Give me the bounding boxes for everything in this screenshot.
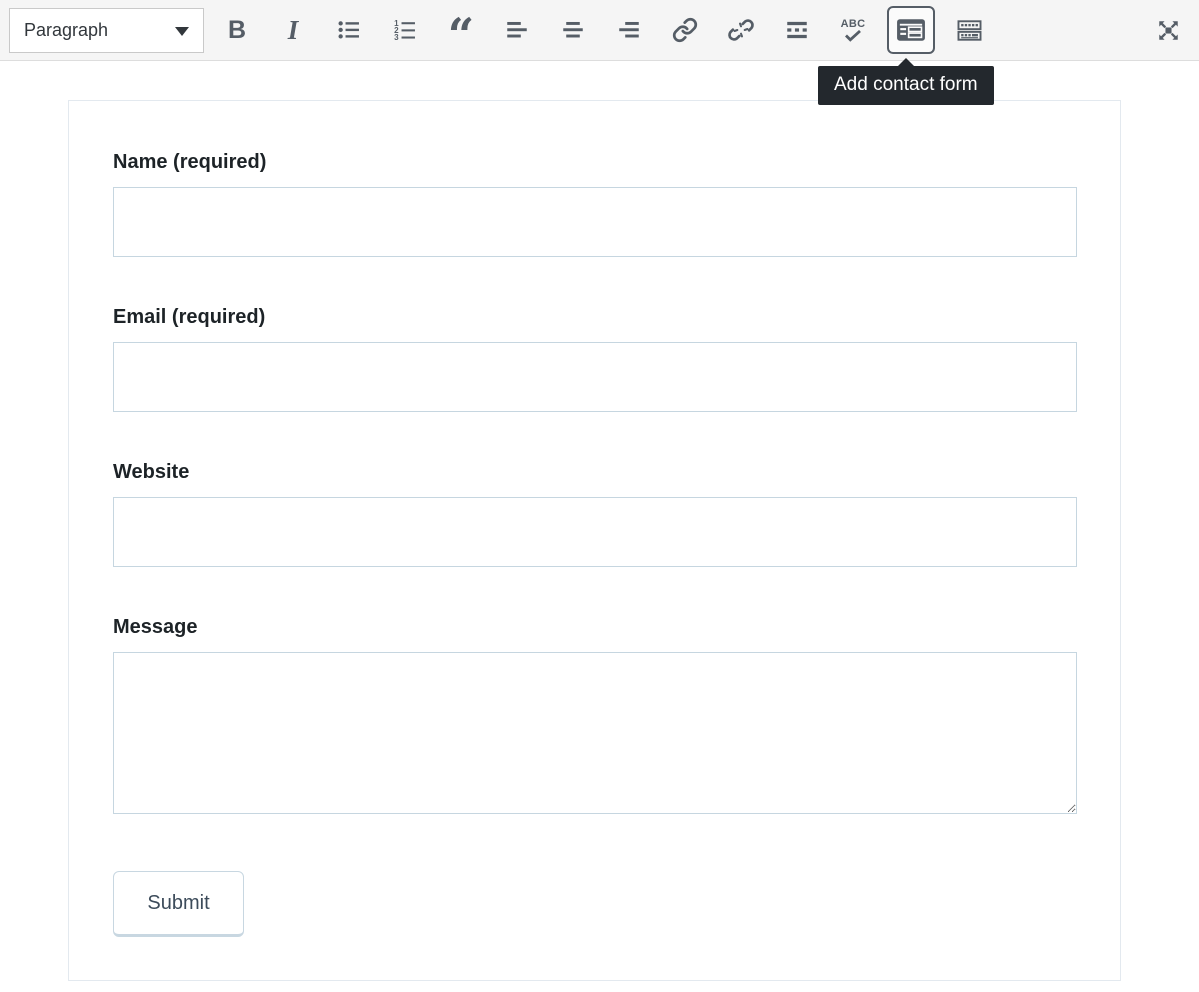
bold-button[interactable]: B [215,8,259,52]
message-field-label: Message [113,616,1077,639]
align-center-icon [560,17,586,43]
toolbar-buttons: B I 1 2 3 “ [215,6,991,54]
italic-icon: I [288,17,299,44]
spellcheck-icon: ABC [841,19,866,42]
spellcheck-button[interactable]: ABC [831,8,875,52]
bulleted-list-button[interactable] [327,8,371,52]
message-textarea[interactable] [113,652,1077,814]
unlink-icon [728,17,754,43]
svg-text:3: 3 [394,33,399,42]
add-contact-form-button[interactable] [887,6,935,54]
format-select-value: Paragraph [24,20,108,41]
align-left-icon [504,17,530,43]
bulleted-list-icon [336,17,362,43]
blockquote-icon: “ [448,15,474,45]
paragraph-format-select[interactable]: Paragraph [9,8,204,53]
contact-form-preview: Name (required) Email (required) Website… [68,100,1121,981]
link-icon [672,17,698,43]
toolbar-toggle-button[interactable] [947,8,991,52]
align-center-button[interactable] [551,8,595,52]
numbered-list-button[interactable]: 1 2 3 [383,8,427,52]
fullscreen-button[interactable] [1146,8,1190,52]
add-contact-form-tooltip: Add contact form [818,66,994,105]
unlink-button[interactable] [719,8,763,52]
fullscreen-icon [1155,17,1182,44]
email-field-label: Email (required) [113,306,1077,329]
align-right-button[interactable] [607,8,651,52]
name-input[interactable] [113,187,1077,257]
website-field-label: Website [113,461,1077,484]
submit-button[interactable]: Submit [113,871,244,937]
insert-link-button[interactable] [663,8,707,52]
read-more-icon [784,17,810,43]
chevron-down-icon [175,27,189,36]
align-left-button[interactable] [495,8,539,52]
add-contact-form-icon [896,17,926,43]
toolbar-toggle-icon [956,17,983,44]
email-input[interactable] [113,342,1077,412]
website-input[interactable] [113,497,1077,567]
align-right-icon [616,17,642,43]
insert-read-more-button[interactable] [775,8,819,52]
bold-icon: B [228,18,246,43]
blockquote-button[interactable]: “ [439,8,483,52]
numbered-list-icon: 1 2 3 [392,17,418,43]
editor-toolbar: Paragraph B I 1 2 3 “ [0,0,1199,61]
tooltip-text: Add contact form [834,74,978,95]
name-field-label: Name (required) [113,151,1077,174]
italic-button[interactable]: I [271,8,315,52]
